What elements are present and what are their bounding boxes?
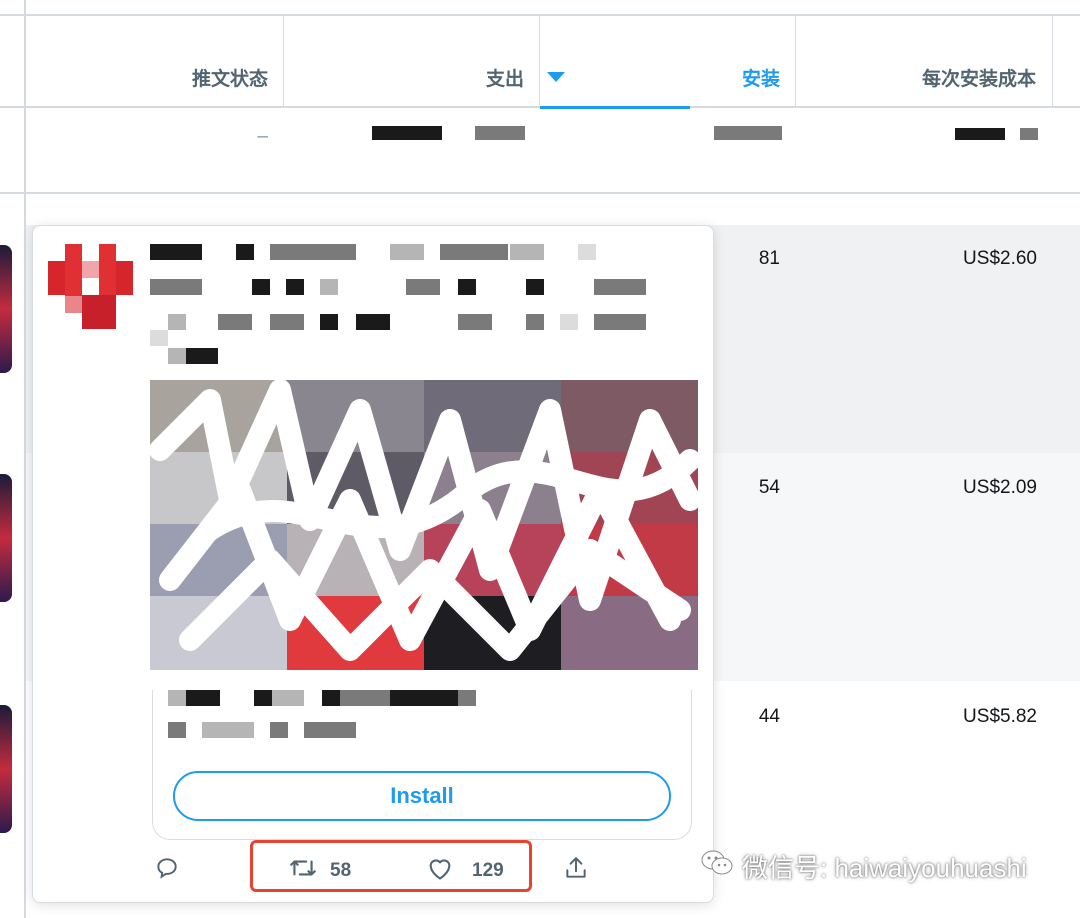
redacted-cpi-total-2 <box>1020 128 1038 140</box>
header-top-border <box>0 14 1080 16</box>
row-1-cost-per-install: US$2.60 <box>963 248 1037 269</box>
row-1-installs: 81 <box>758 248 780 269</box>
share-icon <box>563 855 589 887</box>
summary-bottom-border <box>0 192 1080 194</box>
left-column-divider <box>24 0 26 918</box>
tweet-media-image[interactable] <box>150 380 698 670</box>
row-3-cost-per-install: US$5.82 <box>963 706 1037 727</box>
header-divider-2 <box>539 14 540 106</box>
redacted-tweet-text <box>150 244 650 364</box>
row-3-installs: 44 <box>758 706 780 727</box>
column-header-cost-per-install[interactable]: 每次安装成本 <box>880 64 1036 91</box>
header-divider-3 <box>795 14 796 106</box>
install-button[interactable]: Install <box>173 771 671 821</box>
watermark: 微信号: haiwaiyouhuashi <box>700 848 1027 885</box>
column-header-spend[interactable]: 支出 <box>420 64 524 91</box>
caret-down-icon[interactable] <box>547 72 565 82</box>
column-header-tweet-status[interactable]: 推文状态 <box>150 64 268 91</box>
reply-icon <box>154 855 180 887</box>
sort-active-underline <box>540 106 690 109</box>
redacted-spend-total-2 <box>475 126 525 140</box>
header-divider-4 <box>1052 14 1053 106</box>
wechat-icon <box>700 848 734 885</box>
watermark-text: 微信号: haiwaiyouhuashi <box>742 853 1027 883</box>
column-header-installs[interactable]: 安装 <box>680 64 780 91</box>
reply-action[interactable] <box>154 855 180 887</box>
redacted-spend-total <box>372 126 442 140</box>
creative-thumbnail-3[interactable] <box>0 705 12 833</box>
header-divider-1 <box>283 14 284 106</box>
share-action[interactable] <box>563 855 589 887</box>
row-2-cost-per-install: US$2.09 <box>963 477 1037 498</box>
account-avatar[interactable] <box>48 244 134 330</box>
row-2-installs: 54 <box>758 477 780 498</box>
redacted-installs-total <box>714 126 782 140</box>
creative-thumbnail-2[interactable] <box>0 474 12 602</box>
summary-tweet-status: – <box>257 126 268 147</box>
redacted-cpi-total <box>955 128 1005 140</box>
redacted-media-mosaic <box>150 380 698 670</box>
creative-thumbnail-1[interactable] <box>0 245 12 373</box>
engagement-highlight-box <box>250 840 532 892</box>
